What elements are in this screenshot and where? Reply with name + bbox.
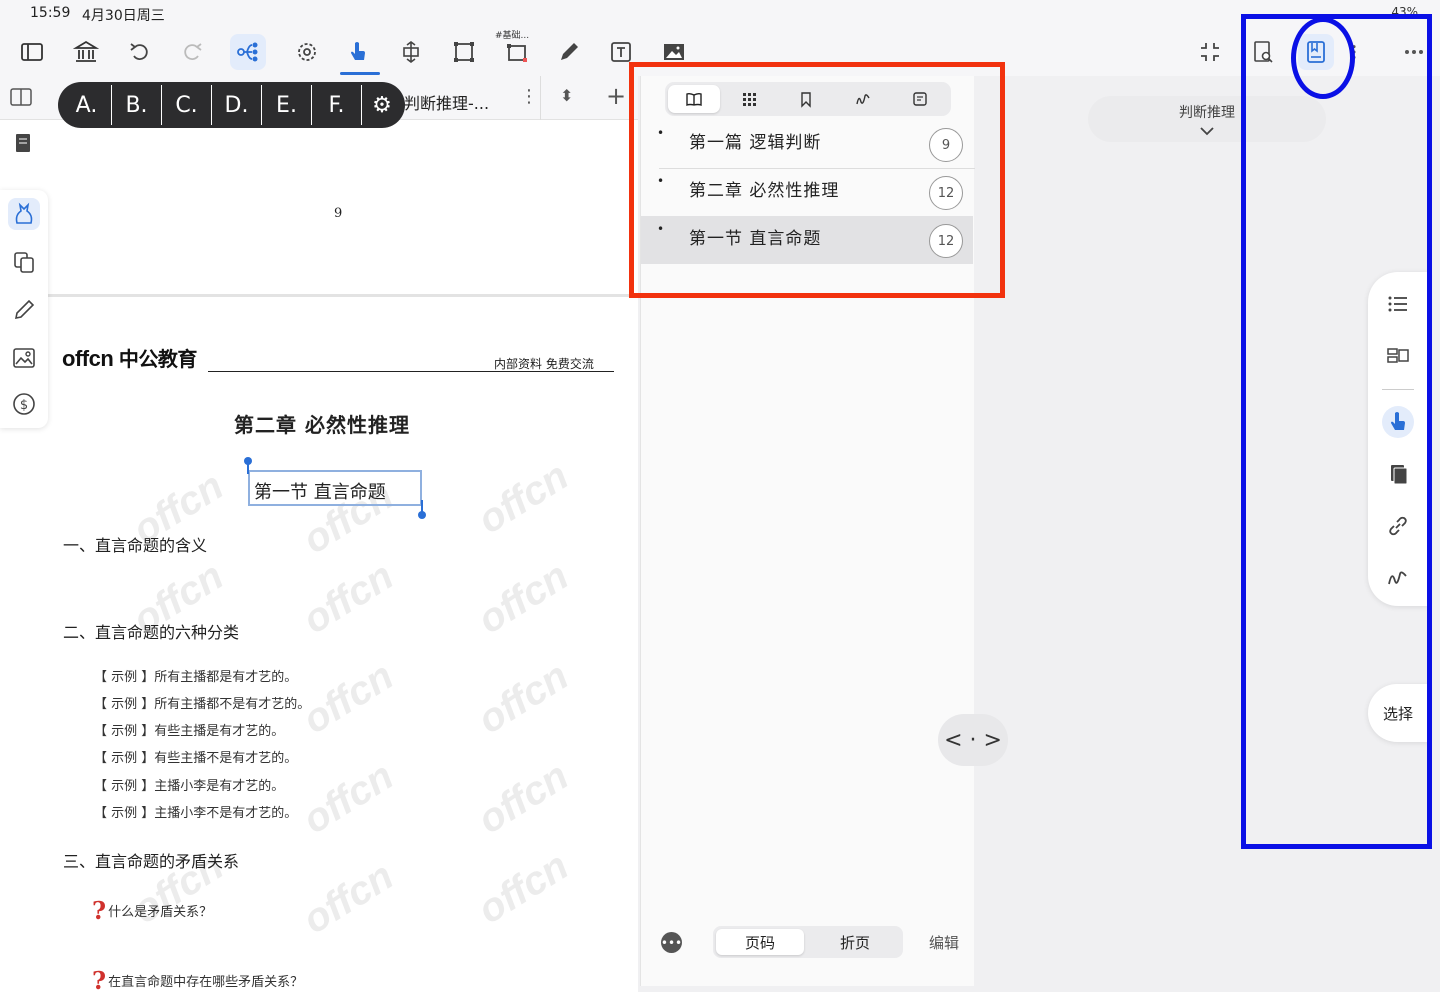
tab-divider: [540, 76, 541, 120]
left-tool-sidebar: $: [0, 190, 48, 428]
gallery-icon[interactable]: [8, 342, 40, 374]
example-line: 【 示例 】主播小李不是有才艺的。: [94, 806, 298, 821]
selection-handle-end[interactable]: [418, 511, 426, 519]
question-text: 什么是矛盾关系？: [108, 905, 213, 920]
lasso-icon[interactable]: [289, 34, 325, 70]
red-highlight-box: [629, 62, 1005, 298]
blue-highlight-box: [1241, 14, 1432, 849]
watermark: offcn: [470, 753, 577, 843]
logo-cn: 中公教育: [118, 349, 198, 371]
heading-meaning: 一、直言命题的含义: [63, 536, 208, 555]
letter-e-button[interactable]: E.: [262, 85, 312, 125]
watermark: offcn: [295, 553, 402, 643]
header-note: 内部资料 免费交流: [494, 357, 594, 371]
chevron-down-icon: [1200, 127, 1214, 136]
pencil-icon[interactable]: [8, 294, 40, 326]
sidebar-toggle-icon[interactable]: [14, 34, 50, 70]
letter-b-button[interactable]: B.: [112, 85, 162, 125]
crop-frame-icon[interactable]: #基础...: [495, 31, 535, 70]
question-line: ? 在直言命题中存在哪些矛盾关系？: [92, 966, 303, 992]
more-options-icon[interactable]: •••: [661, 932, 682, 953]
letter-c-button[interactable]: C.: [162, 85, 212, 125]
document-tab-title[interactable]: 判断推理-...: [404, 90, 489, 114]
resize-icon[interactable]: [393, 34, 429, 70]
question-mark-icon: ?: [92, 896, 107, 925]
dollar-icon[interactable]: $: [8, 388, 40, 420]
chapter-title: 第二章 必然性推理: [234, 413, 410, 437]
settings-gear-icon[interactable]: ⚙: [362, 85, 402, 125]
mindmap-icon[interactable]: [230, 34, 266, 70]
selection-handle-stem: [421, 500, 423, 512]
example-line: 【 示例 】有些主播是有才艺的。: [94, 724, 285, 739]
notebook-icon[interactable]: [12, 132, 34, 158]
cat-ai-icon[interactable]: [8, 198, 40, 230]
selection-handle-stem: [247, 462, 249, 474]
page-number: 9: [334, 206, 343, 221]
watermark: offcn: [295, 753, 402, 843]
status-bar: 15:59 4月30日周三 43%: [0, 0, 1440, 28]
heading-classification: 二、直言命题的六种分类: [63, 623, 240, 642]
pen-icon[interactable]: [551, 34, 587, 70]
tab-more-icon[interactable]: ⋮: [520, 86, 538, 107]
status-date: 4月30日周三: [82, 8, 165, 24]
split-view-icon[interactable]: [10, 88, 32, 110]
question-line: ? 什么是矛盾关系？: [92, 896, 212, 925]
undo-icon[interactable]: [122, 34, 158, 70]
example-line: 【 示例 】有些主播不是有才艺的。: [94, 751, 298, 766]
letter-f-button[interactable]: F.: [312, 85, 362, 125]
selected-section-title[interactable]: 第一节 直言命题: [248, 470, 422, 506]
example-line: 【 示例 】所有主播都是有才艺的。: [94, 670, 298, 685]
edit-button[interactable]: 编辑: [929, 932, 959, 953]
example-line: 【 示例 】所有主播都不是有才艺的。: [94, 697, 311, 712]
frame-icon[interactable]: [446, 34, 482, 70]
svg-text:$: $: [20, 398, 28, 413]
document-viewer[interactable]: 判断推理-... ⋮ ⬍ + 9 offcn offcn offcn offcn…: [0, 76, 638, 992]
sort-icon[interactable]: ⬍: [560, 86, 573, 105]
answer-letter-bar: A. B. C. D. E. F. ⚙: [58, 82, 405, 128]
example-line: 【 示例 】主播小李是有才艺的。: [94, 779, 285, 794]
watermark: offcn: [470, 843, 577, 933]
outline-footer: ••• 页码 折页 编辑: [641, 922, 975, 962]
offcn-logo: offcn 中公教育: [62, 343, 197, 372]
blue-highlight-circle: [1291, 17, 1355, 99]
page-number-tab[interactable]: 页码: [716, 929, 804, 955]
logo-latin: offcn: [62, 346, 114, 371]
hand-pointer-icon[interactable]: [340, 34, 376, 70]
page-separator: [48, 294, 638, 297]
add-tab-icon[interactable]: +: [606, 82, 626, 110]
letter-a-button[interactable]: A.: [62, 85, 112, 125]
toolbar-sub-label: #基础...: [495, 31, 530, 41]
watermark: offcn: [295, 653, 402, 743]
page-nav-control[interactable]: < · >: [938, 714, 1008, 766]
heading-contradiction: 三、直言命题的矛盾关系: [63, 852, 240, 871]
letter-d-button[interactable]: D.: [212, 85, 262, 125]
question-mark-icon: ?: [92, 966, 107, 992]
watermark: offcn: [470, 653, 577, 743]
watermark: offcn: [470, 453, 577, 543]
page-mode-switcher: 页码 折页: [713, 926, 903, 958]
collapse-icon[interactable]: [1192, 34, 1228, 70]
library-icon[interactable]: [68, 34, 104, 70]
question-text: 在直言命题中存在哪些矛盾关系？: [108, 975, 304, 990]
copy-icon[interactable]: [8, 246, 40, 278]
active-tool-indicator: [340, 72, 380, 75]
redo-icon[interactable]: [174, 34, 210, 70]
watermark: offcn: [295, 853, 402, 943]
status-time: 15:59: [30, 5, 71, 21]
watermark: offcn: [470, 553, 577, 643]
fold-page-tab[interactable]: 折页: [811, 929, 899, 955]
